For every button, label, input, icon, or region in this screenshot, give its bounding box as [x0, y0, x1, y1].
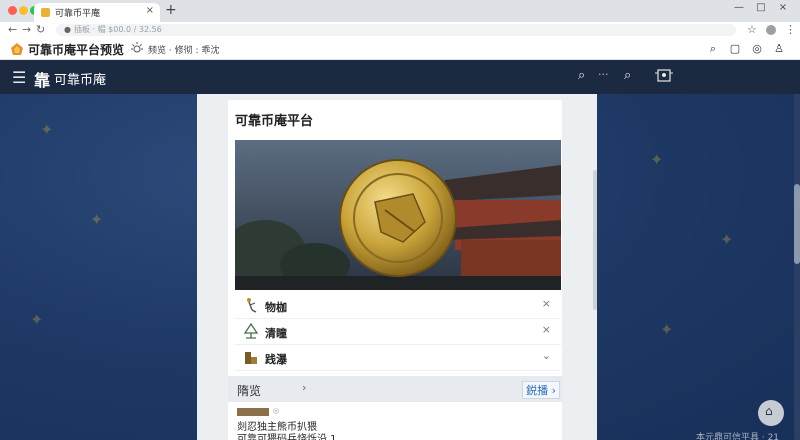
browser-menu-icon[interactable]: ⋮ — [785, 23, 796, 36]
menu-row-label: 践瀑 — [265, 353, 287, 366]
user-icon[interactable]: ♙ — [768, 42, 790, 55]
chevron-down-icon[interactable]: ⌄ — [542, 349, 551, 362]
tab-close-icon[interactable]: × — [146, 5, 154, 16]
list-item[interactable]: ◎ 剡忍独主熊币扒猥 可靠可猥码兵烧烁沿 1 — [235, 407, 561, 440]
window-minimize-button[interactable] — [19, 6, 28, 15]
url-text: 插板 · 帽 $00.0 / 32.56 — [74, 25, 162, 34]
home-button[interactable]: ⌂ — [758, 400, 784, 426]
source-tag — [237, 408, 269, 416]
badge-icon: ◎ — [273, 407, 280, 415]
brand-logo-icon[interactable]: 靠 — [34, 67, 50, 91]
app-logo-icon[interactable] — [10, 42, 24, 56]
user-badge-icon[interactable] — [654, 67, 674, 85]
new-tab-button[interactable]: + — [165, 2, 177, 18]
page-viewport: ✦ ✦ ✦ ✦ ✦ ✦ ☰ 靠 可靠币庵 ⌕ ··· ⌕ 可靠币庵平台 物枷 ×… — [0, 60, 800, 440]
background-star-icon: ✦ — [650, 150, 664, 169]
background-star-icon: ✦ — [40, 120, 54, 139]
app-title: 可靠币庵平台预览 — [28, 43, 125, 57]
site-navbar: ☰ 靠 可靠币庵 ⌕ ··· ⌕ — [0, 60, 800, 94]
menu-row-1[interactable]: 清瞳 × — [235, 319, 561, 345]
close-icon[interactable]: × — [772, 2, 794, 13]
restore-icon[interactable]: □ — [750, 2, 772, 13]
view-more-link[interactable]: 鋭播 › — [522, 381, 560, 399]
figure-icon — [247, 298, 257, 313]
lock-icon[interactable]: ● — [64, 25, 71, 34]
back-icon[interactable]: ← — [8, 23, 17, 36]
profile-avatar[interactable] — [766, 25, 776, 35]
window-close-button[interactable] — [8, 6, 17, 15]
address-bar: ← → ↻ ● 插板 · 帽 $00.0 / 32.56 ☆ ⋮ — [0, 22, 800, 38]
tab-title: 可靠币平庵 — [55, 9, 101, 19]
minimize-icon[interactable]: — — [728, 2, 750, 13]
coin-temple-illustration — [235, 140, 561, 290]
background-star-icon: ✦ — [90, 210, 104, 229]
page-scroll-thumb[interactable] — [794, 184, 800, 264]
banner-image[interactable] — [235, 140, 561, 290]
browser-tabstrip: 可靠币平庵 × + — □ × — [0, 0, 800, 22]
forward-icon[interactable]: → — [22, 23, 31, 36]
close-icon[interactable]: × — [542, 323, 551, 336]
menu-row-label: 物枷 — [265, 301, 287, 314]
stairs-icon — [245, 352, 257, 364]
appbar-actions: ⌕ ▢ ◎ ♙ — [702, 42, 790, 56]
brand-name[interactable]: 可靠币庵 — [54, 69, 106, 88]
background-star-icon: ✦ — [660, 320, 674, 339]
app-header: 可靠币庵平台预览 频览 · 修彻 : 乖沈 ⌕ ▢ ◎ ♙ — [0, 38, 800, 60]
menu-row-0[interactable]: 物枷 × — [235, 293, 561, 319]
search-icon[interactable]: ⌕ — [578, 68, 585, 83]
card-scrollbar[interactable] — [593, 170, 597, 310]
tree-icon — [243, 323, 259, 339]
window-controls: — □ × — [728, 2, 794, 13]
browser-tab[interactable]: 可靠币平庵 × — [34, 3, 160, 22]
weather-text: 频览 · 修彻 : 乖沈 — [148, 46, 220, 56]
close-icon[interactable]: × — [542, 297, 551, 310]
menu-row-2[interactable]: 践瀑 ⌄ — [235, 345, 561, 371]
menu-row-label: 清瞳 — [265, 327, 287, 340]
tab-favicon-icon — [41, 8, 50, 17]
bookmark-star-icon[interactable]: ☆ — [747, 23, 757, 36]
hamburger-menu-icon[interactable]: ☰ — [12, 68, 26, 87]
globe-icon[interactable]: ◎ — [746, 42, 768, 55]
section-title: 隋览 — [237, 384, 262, 398]
clipboard-icon[interactable]: ▢ — [724, 42, 746, 55]
chevron-right-icon[interactable]: › — [302, 381, 306, 394]
list-item-subtitle: 可靠可猥码兵烧烁沿 1 — [237, 434, 337, 440]
weather-icon — [131, 42, 143, 53]
page-scrollbar[interactable] — [794, 94, 800, 440]
search-icon[interactable]: ⌕ — [702, 42, 724, 56]
reload-icon[interactable]: ↻ — [36, 23, 45, 36]
background-star-icon: ✦ — [720, 230, 734, 249]
search-icon[interactable]: ⌕ — [624, 68, 631, 83]
url-input[interactable]: ● 插板 · 帽 $00.0 / 32.56 — [56, 24, 736, 36]
background-star-icon: ✦ — [30, 310, 44, 329]
more-icon[interactable]: ··· — [598, 68, 609, 81]
home-icon: ⌂ — [765, 404, 773, 418]
footer-text: 本元鼎可信平具 · 21 — [696, 433, 780, 440]
card-title: 可靠币庵平台 — [235, 114, 314, 129]
section-header: 隋览 › 鋭播 › — [228, 376, 562, 402]
